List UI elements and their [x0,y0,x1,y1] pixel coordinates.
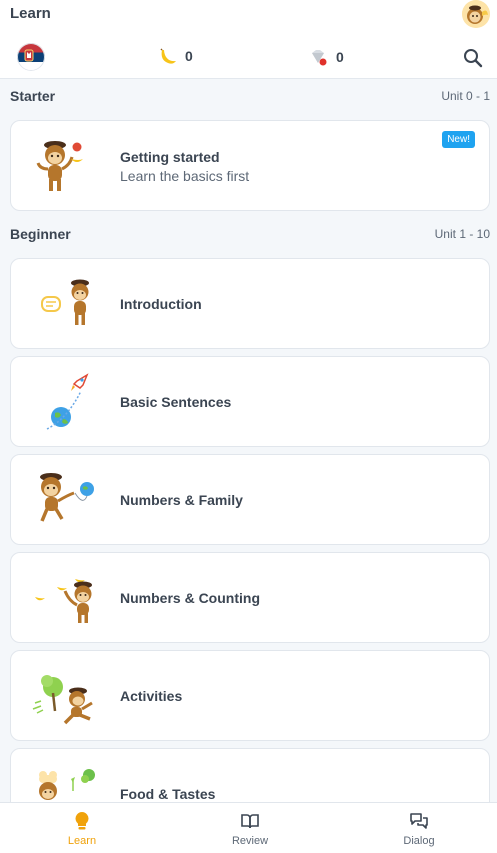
open-book-icon [241,814,259,829]
monkey-speech-illustration [41,279,89,325]
nav-label-dialog: Dialog [403,835,435,847]
nav-item-review[interactable]: Review [205,811,295,847]
monkey-running-illustration [32,675,93,725]
section-unit-range: Unit 1 - 10 [434,227,490,241]
lesson-card-basic-sentences[interactable]: Basic Sentences [10,356,490,447]
lesson-card-numbers-counting[interactable]: Numbers & Counting [10,552,490,643]
section-unit-range: Unit 0 - 1 [441,89,490,103]
page-title: Learn [10,5,51,22]
lesson-title: Getting started [120,149,220,165]
lesson-card-activities[interactable]: Activities [10,650,490,741]
lesson-card-getting-started[interactable]: Getting started Learn the basics first N… [10,120,490,211]
monkey-balloon-illustration [40,473,94,522]
lesson-title: Basic Sentences [120,394,232,410]
serbia-flag-icon[interactable] [17,43,45,71]
lesson-subtitle: Learn the basics first [120,168,250,184]
banana-icon [160,48,176,64]
monkey-juggling-illustration [36,141,83,191]
nav-item-learn[interactable]: Learn [37,811,127,847]
bananas-stat[interactable]: 0 [159,47,193,65]
monkey-bananas-illustration [35,579,92,623]
nav-label-learn: Learn [67,835,97,847]
gem-icon [312,50,327,66]
rocket-globe-illustration [46,373,89,430]
gems-stat[interactable]: 0 [308,47,344,67]
section-header-beginner: Beginner Unit 1 - 10 [10,224,490,244]
lesson-title: Introduction [120,296,202,312]
lightbulb-icon [75,812,89,830]
section-header-starter: Starter Unit 0 - 1 [10,86,490,106]
lesson-card-numbers-family[interactable]: Numbers & Family [10,454,490,545]
lesson-title: Numbers & Counting [120,590,260,606]
lesson-title: Food & Tastes [120,786,216,802]
monkey-avatar-icon[interactable] [462,0,490,28]
bottom-navigation: Learn Review Dialog [0,802,497,853]
bananas-count: 0 [185,48,193,64]
new-badge: New! [442,131,475,148]
top-bar: Learn 0 0 [0,0,497,79]
chat-bubbles-icon [410,813,428,829]
nav-item-dialog[interactable]: Dialog [374,811,464,847]
lesson-title: Numbers & Family [120,492,243,508]
lesson-card-introduction[interactable]: Introduction [10,258,490,349]
gems-count: 0 [336,49,344,65]
nav-label-review: Review [231,835,269,847]
lesson-title: Activities [120,688,183,704]
search-icon[interactable] [462,47,484,69]
section-title: Beginner [10,226,71,242]
section-title: Starter [10,88,56,104]
